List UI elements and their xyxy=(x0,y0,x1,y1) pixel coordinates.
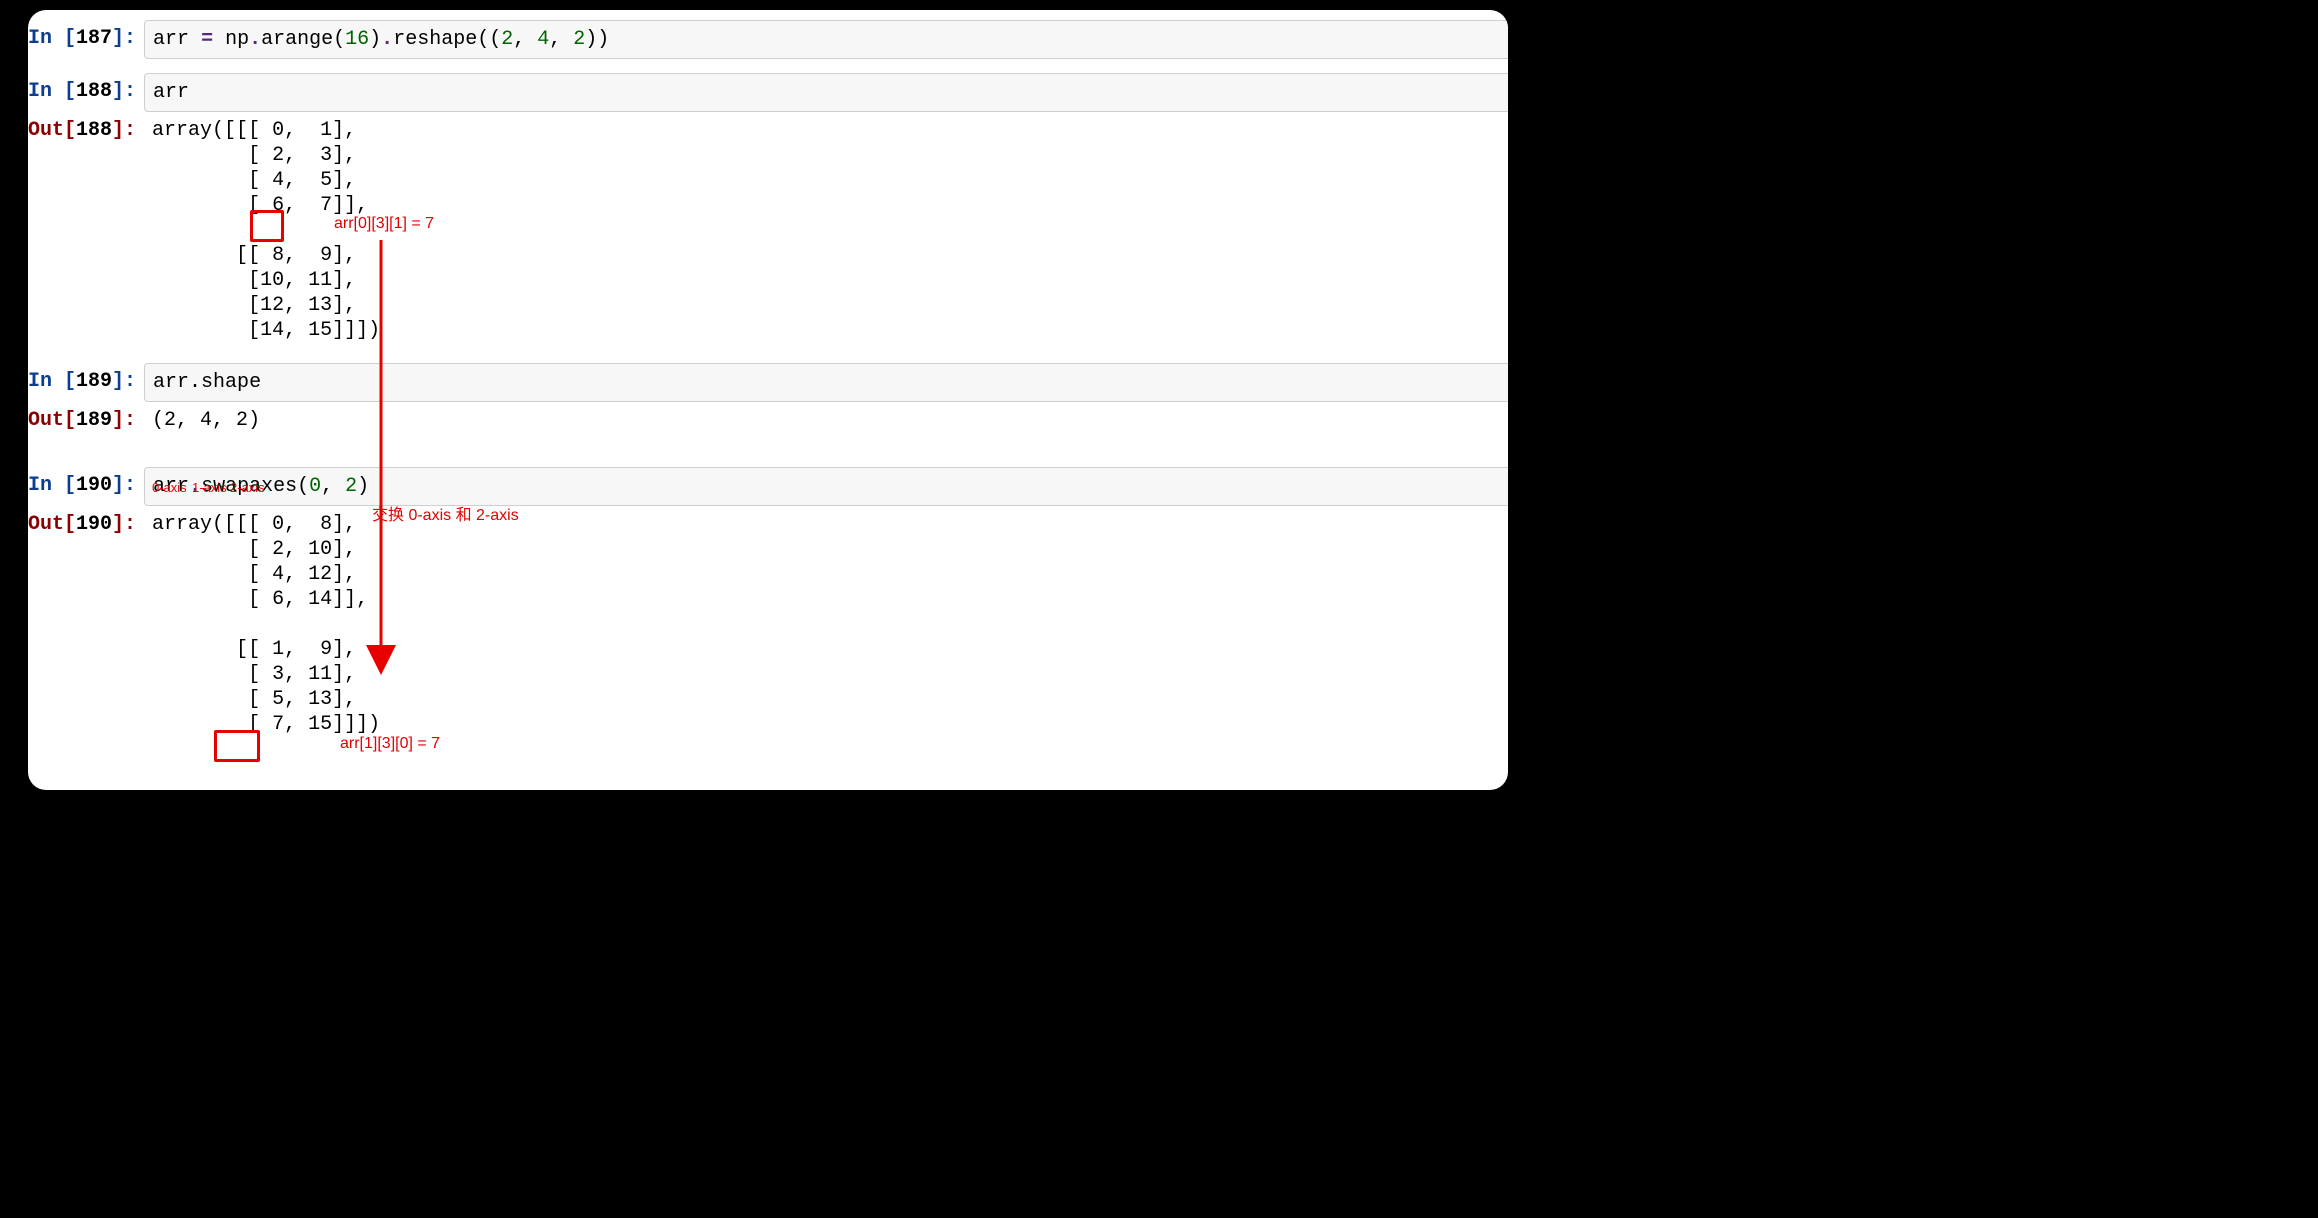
prompt-in-188: In [188]: xyxy=(28,73,144,110)
code-input-189[interactable]: arr.shape xyxy=(144,363,1508,402)
annotation-top-index: arr[0][3][1] = 7 xyxy=(334,214,434,234)
code-input-190[interactable]: arr.swapaxes(0, 2) xyxy=(144,467,1508,506)
prompt-out-189: Out[189]: xyxy=(28,402,144,439)
code-input-188[interactable]: arr xyxy=(144,73,1508,112)
prompt-out-188: Out[188]: xyxy=(28,112,144,149)
cell-189-output: Out[189]: (2, 4, 2) xyxy=(28,402,1508,439)
annotation-bottom-index: arr[1][3][0] = 7 xyxy=(340,734,440,754)
output-text-189: (2, 4, 2) xyxy=(144,402,1508,439)
annotation-swap-note: 交换 0-axis 和 2-axis xyxy=(372,506,519,526)
annotation-axis2: 2-axis xyxy=(230,480,265,496)
cell-190-output: Out[190]: array([[[ 0, 8], [ 2, 10], [ 4… xyxy=(28,506,1508,743)
code-input-187[interactable]: arr = np.arange(16).reshape((2, 4, 2)) xyxy=(144,20,1508,59)
prompt-in-190: In [190]: xyxy=(28,467,144,504)
output-text-190: array([[[ 0, 8], [ 2, 10], [ 4, 12], [ 6… xyxy=(144,506,1508,743)
cell-188-input: In [188]: arr xyxy=(28,73,1508,112)
cell-187-input: In [187]: arr = np.arange(16).reshape((2… xyxy=(28,20,1508,59)
cell-189-input: In [189]: arr.shape xyxy=(28,363,1508,402)
prompt-in-189: In [189]: xyxy=(28,363,144,400)
annotation-axis1: 1-axis xyxy=(192,480,227,496)
cell-188-output: Out[188]: array([[[ 0, 1], [ 2, 3], [ 4,… xyxy=(28,112,1508,349)
annotation-axis0: 0-axis xyxy=(152,480,187,496)
notebook-card: In [187]: arr = np.arange(16).reshape((2… xyxy=(28,10,1508,790)
prompt-out-190: Out[190]: xyxy=(28,506,144,543)
prompt-in-187: In [187]: xyxy=(28,20,144,57)
